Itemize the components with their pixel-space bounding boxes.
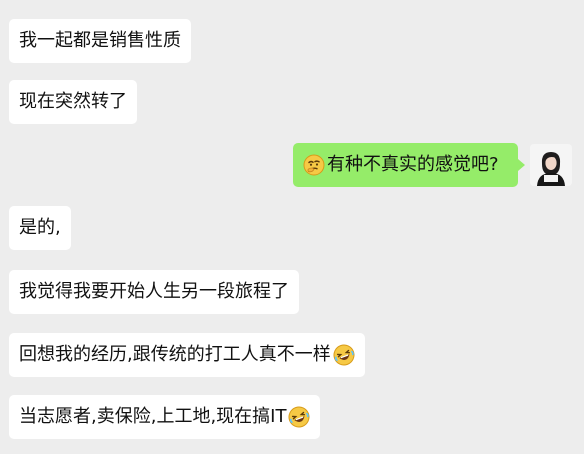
thinking-face-icon — [303, 154, 325, 176]
message-bubble-incoming[interactable]: 当志愿者,卖保险,上工地,现在搞IT — [9, 395, 321, 439]
message-text: 回想我的经历,跟传统的打工人真不一样 — [19, 344, 331, 365]
message-bubble-incoming[interactable]: 回想我的经历,跟传统的打工人真不一样 — [9, 333, 365, 377]
avatar[interactable] — [530, 144, 572, 186]
message-text: 我一起都是销售性质 — [19, 30, 181, 51]
profile-photo-icon — [530, 144, 572, 186]
message-text: 我觉得我要开始人生另一段旅程了 — [19, 281, 289, 302]
message-text: 现在突然转了 — [19, 91, 127, 112]
rolling-laughing-icon — [288, 406, 310, 428]
message-bubble-incoming[interactable]: 我一起都是销售性质 — [9, 19, 191, 63]
message-bubble-incoming[interactable]: 我觉得我要开始人生另一段旅程了 — [9, 270, 299, 314]
message-bubble-incoming[interactable]: 现在突然转了 — [9, 80, 137, 124]
message-text: 是的, — [19, 217, 61, 238]
rolling-laughing-icon — [333, 344, 355, 366]
message-text: 有种不真实的感觉吧? — [327, 154, 499, 175]
message-bubble-outgoing[interactable]: 有种不真实的感觉吧? — [293, 143, 525, 187]
chat-window: 我一起都是销售性质 现在突然转了 有种不真实的感觉吧? 是的, 我觉得我要开始人… — [0, 0, 584, 454]
message-bubble-incoming[interactable]: 是的, — [9, 206, 71, 250]
message-text: 当志愿者,卖保险,上工地,现在搞IT — [19, 406, 287, 427]
